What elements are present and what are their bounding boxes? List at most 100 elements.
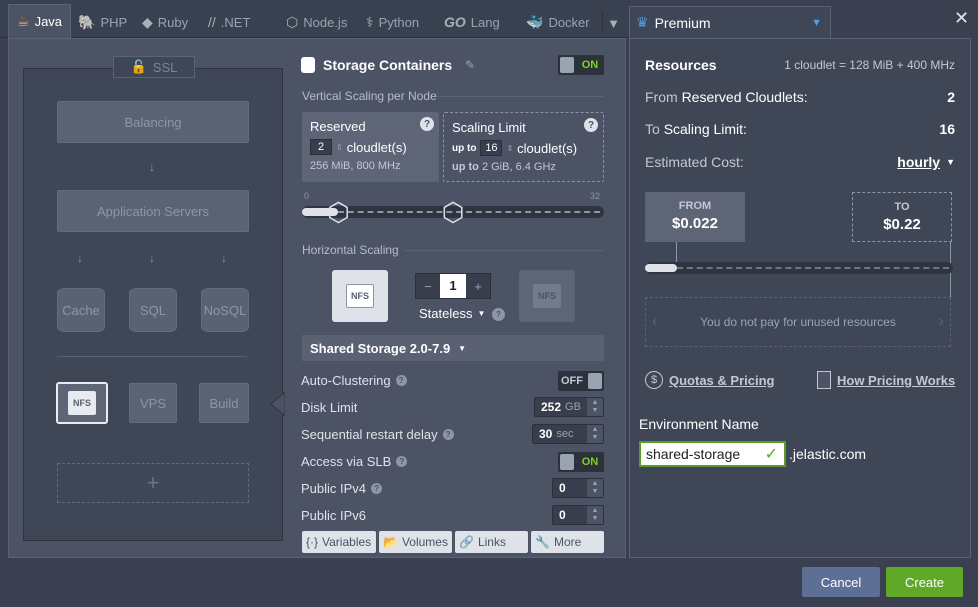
env-name-label: Environment Name	[639, 416, 759, 432]
node-count-stepper[interactable]: − 1 +	[415, 273, 491, 299]
arrow-down-icon: ↓	[221, 251, 227, 265]
pencil-icon[interactable]: ✎	[465, 58, 475, 72]
app-servers-node[interactable]: Application Servers	[57, 190, 249, 232]
tabs-more-dropdown[interactable]: ▼	[602, 12, 624, 34]
java-icon: ☕	[17, 13, 30, 29]
chevron-right-icon[interactable]: ›	[939, 313, 944, 331]
cost-period-dropdown[interactable]: hourly ▼	[897, 154, 955, 170]
arrow-down-icon: ↓	[149, 251, 155, 265]
check-icon: ✓	[764, 446, 778, 463]
tab-nodejs[interactable]: ⬡ Node.js	[282, 6, 351, 38]
cache-node[interactable]: Cache	[57, 288, 105, 332]
help-icon[interactable]: ?	[396, 455, 408, 467]
price-from-box: FROM $0.022	[645, 192, 745, 242]
slider-min-label: 0	[304, 191, 310, 201]
ipv4-input[interactable]: 0 ▲ ▼	[552, 478, 604, 498]
wrench-icon: 🔧	[535, 535, 550, 549]
nfs-node[interactable]: NFS	[56, 382, 108, 424]
build-node[interactable]: Build	[199, 383, 249, 423]
auto-clustering-toggle[interactable]: OFF	[558, 371, 604, 391]
vps-node[interactable]: VPS	[129, 383, 177, 423]
premium-tab[interactable]: ♛ Premium ▼	[629, 6, 831, 38]
slider-max-label: 32	[590, 191, 601, 201]
how-pricing-works-link[interactable]: How Pricing Works	[837, 373, 955, 388]
nosql-node[interactable]: NoSQL	[201, 288, 249, 332]
help-icon[interactable]: ?	[442, 428, 454, 440]
storage-icon	[301, 57, 315, 73]
env-name-input[interactable]: shared-storage ✓	[639, 441, 786, 467]
docker-icon: 🐳	[526, 13, 544, 30]
scaling-mode-dropdown[interactable]: Stateless ▼	[419, 306, 485, 321]
close-icon[interactable]: ✕	[954, 8, 969, 29]
more-button[interactable]: 🔧 More	[531, 531, 604, 553]
link-icon: 🔗	[459, 535, 474, 549]
go-icon: GO	[444, 14, 466, 30]
ssl-toggle[interactable]: 🔓 SSL	[113, 56, 195, 78]
price-from-connector	[676, 242, 677, 262]
restart-delay-input[interactable]: 30 sec ▲ ▼	[532, 424, 604, 444]
price-to-box: TO $0.22	[852, 192, 952, 242]
tab-go[interactable]: GO Lang	[440, 6, 504, 38]
add-node-button[interactable]: +	[57, 463, 249, 503]
chevron-down-icon: ▼	[477, 309, 486, 318]
nodejs-icon: ⬡	[286, 13, 299, 30]
stepper-icon: ▲ ▼	[587, 506, 603, 524]
help-icon[interactable]: ?	[371, 482, 383, 494]
help-icon[interactable]: ?	[395, 374, 407, 386]
reserved-cloudlets-row: From Reserved Cloudlets: 2	[645, 89, 955, 105]
resources-row: Resources 1 cloudlet = 128 MiB + 400 MHz	[645, 57, 955, 73]
chevron-left-icon[interactable]: ‹	[652, 313, 657, 331]
limit-handle[interactable]: ⬡	[441, 199, 465, 225]
vertical-scaling-label: Vertical Scaling per Node	[302, 89, 437, 103]
help-icon[interactable]: ?	[492, 308, 505, 321]
tab-docker[interactable]: 🐳 Docker	[522, 6, 594, 38]
node-type-box[interactable]: NFS	[332, 270, 388, 322]
cloudlet-slider[interactable]: ⬡ ⬡	[302, 199, 604, 225]
variables-button[interactable]: {·} Variables	[302, 531, 376, 553]
limit-input[interactable]: 16	[480, 140, 503, 156]
chevron-down-icon: ▼	[458, 343, 467, 353]
folder-icon: 📂	[383, 535, 398, 549]
reserved-input[interactable]: 2	[310, 139, 332, 155]
dotnet-icon: //	[208, 14, 216, 30]
price-range-bar	[645, 262, 953, 274]
chevron-down-icon[interactable]: ▼	[811, 17, 822, 29]
pointer-arrow	[270, 392, 285, 416]
quotas-pricing-link[interactable]: Quotas & Pricing	[669, 373, 774, 388]
create-button[interactable]: Create	[886, 567, 963, 597]
node-toggle[interactable]: ON	[558, 55, 604, 75]
node-count-value[interactable]: 1	[440, 274, 466, 298]
reserved-handle[interactable]: ⬡	[326, 199, 350, 225]
disk-limit-input[interactable]: 252 GB ▲ ▼	[534, 397, 604, 417]
braces-icon: {·}	[306, 535, 319, 549]
links-button[interactable]: 🔗 Links	[455, 531, 528, 553]
storage-version-select[interactable]: Shared Storage 2.0-7.9 ▼	[302, 335, 604, 361]
ruby-icon: ◆	[142, 13, 153, 30]
cancel-button[interactable]: Cancel	[802, 567, 880, 597]
engine-tabs: ☕ Java 🐘 PHP ◆ Ruby // .NET ⬡ Node.js ⚕ …	[0, 0, 628, 38]
divider	[57, 356, 247, 357]
tab-dotnet[interactable]: // .NET	[204, 6, 254, 38]
nfs-icon: NFS	[533, 284, 561, 308]
stepper-icon[interactable]: ⇕	[506, 144, 513, 153]
sql-node[interactable]: SQL	[129, 288, 177, 332]
tab-java[interactable]: ☕ Java	[8, 4, 72, 38]
help-icon[interactable]: ?	[420, 117, 434, 131]
tab-php[interactable]: 🐘 PHP	[74, 6, 131, 38]
chevron-down-icon: ▼	[946, 157, 955, 167]
volumes-button[interactable]: 📂 Volumes	[379, 531, 452, 553]
tab-python[interactable]: ⚕ Python	[362, 6, 423, 38]
balancing-node[interactable]: Balancing	[57, 101, 249, 143]
divider	[436, 96, 604, 97]
node-clone-box: NFS	[519, 270, 575, 322]
tab-ruby[interactable]: ◆ Ruby	[138, 6, 192, 38]
ipv6-input[interactable]: 0 ▲ ▼	[552, 505, 604, 525]
stepper-icon: ▲ ▼	[587, 425, 603, 443]
document-icon	[817, 371, 831, 389]
stepper-icon[interactable]: ⇕	[336, 143, 343, 152]
slb-toggle[interactable]: ON	[558, 452, 604, 472]
help-icon[interactable]: ?	[584, 118, 598, 132]
plus-button[interactable]: +	[466, 279, 490, 294]
unlock-icon: 🔓	[130, 59, 147, 74]
minus-button[interactable]: −	[416, 279, 440, 294]
